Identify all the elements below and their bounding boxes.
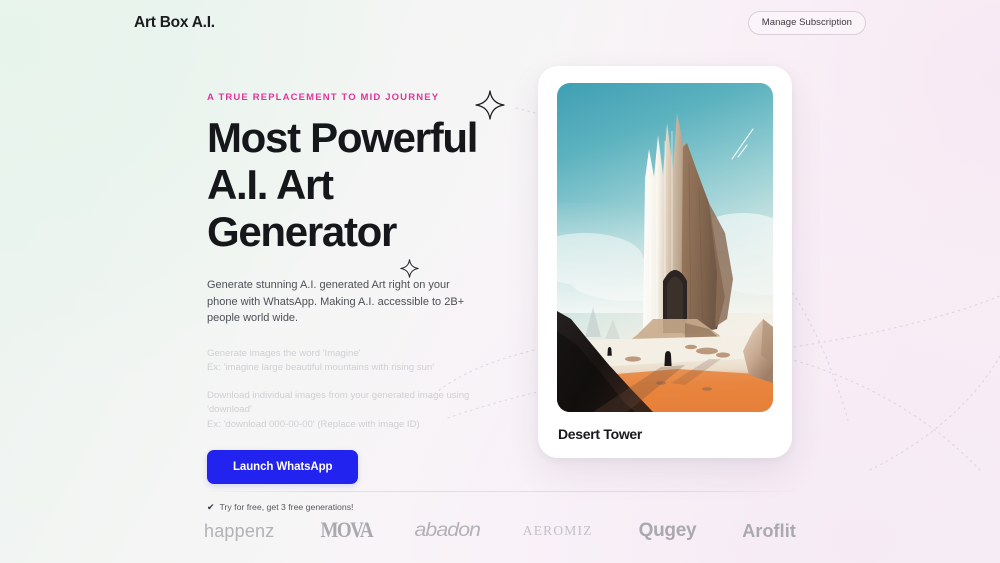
partner-logos: happenz MOVA abadon AEROMIZ Qugey Arofli… xyxy=(196,505,804,557)
logo-happenz: happenz xyxy=(204,520,275,541)
artwork-card[interactable]: Desert Tower xyxy=(538,66,792,458)
hint-download-line-2: Ex: 'download 000-00-00' (Replace with i… xyxy=(207,418,420,430)
hero-eyebrow: A TRUE REPLACEMENT TO MID JOURNEY xyxy=(207,92,440,103)
page-root: Art Box A.I. Manage Subscription A TRUE … xyxy=(0,0,1000,563)
manage-subscription-button[interactable]: Manage Subscription xyxy=(747,11,866,35)
artwork-image xyxy=(557,83,773,412)
hint-download-line-1: Download individual images from your gen… xyxy=(207,389,470,416)
headline-line-1: Most Powerful xyxy=(207,114,478,161)
brand-logo[interactable]: Art Box A.I. xyxy=(134,14,215,32)
logo-qugey: Qugey xyxy=(638,520,697,541)
page-title: Most Powerful A.I. Art Generator xyxy=(207,114,507,255)
hint-generate: Generate images the word 'Imagine' Ex: '… xyxy=(207,347,507,376)
site-header: Art Box A.I. Manage Subscription xyxy=(0,0,1000,46)
logo-abadon: abadon xyxy=(414,520,482,541)
headline-line-2: A.I. Art xyxy=(207,161,334,208)
logo-mova: MOVA xyxy=(320,518,373,543)
hero-content: A TRUE REPLACEMENT TO MID JOURNEY Most P… xyxy=(207,92,507,512)
hero-description: Generate stunning A.I. generated Art rig… xyxy=(207,279,465,324)
launch-whatsapp-button[interactable]: Launch WhatsApp xyxy=(207,450,359,484)
headline-line-3: Generator xyxy=(207,208,397,255)
logo-aroflit: Aroflit xyxy=(742,520,796,541)
hint-generate-line-1: Generate images the word 'Imagine' xyxy=(207,347,361,359)
logo-aeromiz: AEROMIZ xyxy=(522,523,593,538)
artwork-title: Desert Tower xyxy=(558,426,643,442)
section-divider xyxy=(196,491,804,492)
hint-generate-line-2: Ex: 'imagine large beautiful mountains w… xyxy=(207,362,435,373)
hint-download: Download individual images from your gen… xyxy=(207,389,507,433)
cta-container: Launch WhatsApp xyxy=(207,450,507,484)
